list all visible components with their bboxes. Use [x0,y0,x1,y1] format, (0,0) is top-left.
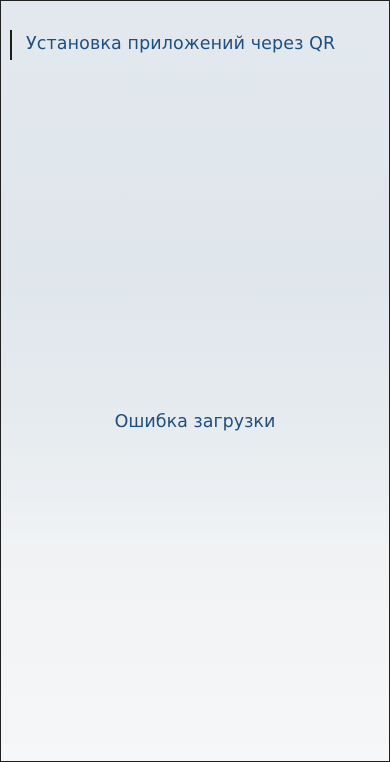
text-cursor [10,30,12,60]
page-title: Установка приложений через QR [26,34,336,54]
error-message: Ошибка загрузки [114,412,276,432]
app-screen: Установка приложений через QR Ошибка заг… [0,0,390,762]
